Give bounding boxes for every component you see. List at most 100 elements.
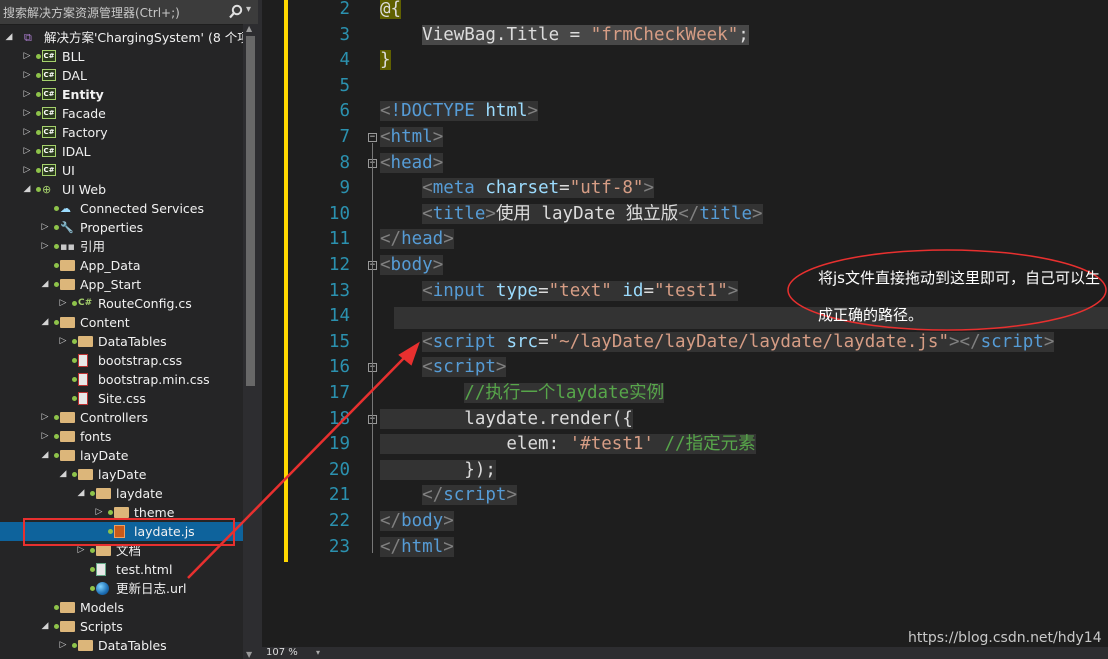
tree-item[interactable]: ▷ C# IDAL (0, 142, 243, 161)
collapsed-arrow-icon[interactable]: ▷ (22, 142, 32, 161)
code-line[interactable]: }); (380, 458, 496, 484)
tree-item[interactable]: ▷ fonts (0, 427, 243, 446)
zoom-dropdown-icon[interactable]: ▾ (316, 647, 320, 659)
scrollbar-thumb[interactable] (246, 36, 255, 386)
collapsed-arrow-icon[interactable]: ▷ (22, 123, 32, 142)
collapsed-arrow-icon[interactable]: ▷ (22, 47, 32, 66)
tree-item[interactable]: test.html (0, 560, 243, 579)
tree-item[interactable]: bootstrap.min.css (0, 370, 243, 389)
solution-search-box[interactable]: 搜索解决方案资源管理器(Ctrl+;) ▾ (0, 0, 258, 25)
code-token: "~/layDate/layDate/laydate/laydate.js" (548, 331, 949, 352)
expanded-arrow-icon[interactable]: ◢ (22, 180, 32, 199)
change-tracking-margin (284, 0, 288, 562)
code-token: laydate.render({ (380, 408, 633, 429)
code-line[interactable]: <title>使用 layDate 独立版</title> (380, 202, 763, 228)
code-line[interactable]: elem: '#test1' //指定元素 (380, 432, 756, 458)
tree-item[interactable]: ◢ laydate (0, 484, 243, 503)
expanded-arrow-icon[interactable]: ◢ (40, 446, 50, 465)
scroll-down-icon[interactable]: ▼ (246, 650, 252, 659)
code-token: script (432, 331, 507, 352)
solution-explorer-scrollbar[interactable]: ▲ ▼ (243, 24, 258, 659)
tree-item[interactable]: ▷ C# DAL (0, 66, 243, 85)
expanded-arrow-icon[interactable]: ◢ (40, 617, 50, 636)
tree-item[interactable]: ▷ C# BLL (0, 47, 243, 66)
tree-item[interactable]: App_Data (0, 256, 243, 275)
code-line[interactable]: </script> (380, 483, 517, 509)
search-icon[interactable] (228, 4, 244, 20)
tree-item[interactable]: ◢ Content (0, 313, 243, 332)
tree-item[interactable]: ▷ Controllers (0, 408, 243, 427)
code-line[interactable]: </head> (380, 227, 454, 253)
collapsed-arrow-icon[interactable]: ▷ (40, 218, 50, 237)
code-token: "utf-8" (569, 178, 644, 199)
code-line[interactable]: <script> (380, 355, 507, 381)
collapsed-arrow-icon[interactable]: ▷ (58, 332, 68, 351)
tree-item[interactable]: 更新日志.url (0, 579, 243, 598)
code-line[interactable]: <!DOCTYPE html> (380, 99, 539, 125)
source-control-status-icon (36, 73, 41, 78)
tree-item[interactable]: ▷ C# Facade (0, 104, 243, 123)
code-token: > (432, 255, 444, 275)
expanded-arrow-icon[interactable]: ◢ (40, 275, 50, 294)
source-control-status-icon (72, 396, 77, 401)
tree-item-label: 引用 (80, 239, 106, 254)
collapsed-arrow-icon[interactable]: ▷ (58, 294, 68, 313)
expanded-arrow-icon[interactable]: ◢ (76, 484, 86, 503)
code-line[interactable]: </html> (380, 535, 454, 561)
tree-item[interactable]: ◢ ⧉ 解决方案'ChargingSystem' (8 个项目) (0, 28, 258, 47)
collapsed-arrow-icon[interactable]: ▷ (22, 85, 32, 104)
tree-item[interactable]: ◢ layDate (0, 446, 243, 465)
tree-item[interactable]: bootstrap.css (0, 351, 243, 370)
tree-item[interactable]: ◢ layDate (0, 465, 243, 484)
web-project-icon: ⊕ (42, 183, 52, 196)
code-line[interactable]: ViewBag.Title = "frmCheckWeek"; (380, 23, 749, 49)
expanded-arrow-icon[interactable]: ◢ (4, 28, 14, 47)
expanded-arrow-icon[interactable]: ◢ (58, 465, 68, 484)
tree-item[interactable]: ◢ App_Start (0, 275, 243, 294)
wrench-icon: 🔧 (60, 221, 74, 234)
tree-item[interactable]: ▷ C# Factory (0, 123, 243, 142)
collapsed-arrow-icon[interactable]: ▷ (22, 66, 32, 85)
tree-item[interactable]: ▷ C# RouteConfig.cs (0, 294, 243, 313)
tree-item[interactable]: ◢ Scripts (0, 617, 243, 636)
code-line[interactable]: <head> (380, 151, 444, 177)
collapsed-arrow-icon[interactable]: ▷ (58, 636, 68, 655)
code-token: </ (380, 511, 402, 531)
tree-item[interactable]: ☁ Connected Services (0, 199, 243, 218)
code-line[interactable]: //执行一个laydate实例 (380, 381, 665, 407)
expanded-arrow-icon[interactable]: ◢ (40, 313, 50, 332)
search-options-dropdown-icon[interactable]: ▾ (246, 4, 251, 15)
tree-item[interactable]: ▷ 🔧 Properties (0, 218, 243, 237)
tree-item[interactable]: ▷ C# UI (0, 161, 243, 180)
tree-item[interactable]: ▷ ▪▪ 引用 (0, 237, 243, 256)
tree-item[interactable]: ▷ C# Entity (0, 85, 243, 104)
collapsed-arrow-icon[interactable]: ▷ (40, 237, 50, 256)
collapse-region-icon[interactable]: − (368, 133, 377, 142)
code-line[interactable]: @{ (380, 0, 402, 23)
collapsed-arrow-icon[interactable]: ▷ (22, 104, 32, 123)
tree-item[interactable]: ▷ DataTables (0, 636, 243, 655)
tree-item[interactable]: ◢ ⊕ UI Web (0, 180, 243, 199)
scroll-up-icon[interactable]: ▲ (246, 24, 252, 33)
code-line[interactable]: } (380, 48, 391, 74)
collapsed-arrow-icon[interactable]: ▷ (40, 427, 50, 446)
collapsed-arrow-icon[interactable]: ▷ (22, 161, 32, 180)
tree-item[interactable]: Site.css (0, 389, 243, 408)
code-line[interactable]: <input type="text" id="test1"> (380, 279, 739, 305)
zoom-level[interactable]: 107 % (266, 647, 298, 659)
collapsed-arrow-icon[interactable]: ▷ (40, 408, 50, 427)
code-line[interactable]: <meta charset="utf-8"> (380, 176, 655, 202)
code-line[interactable]: </body> (380, 509, 454, 535)
code-line[interactable] (380, 304, 422, 330)
globe-icon (96, 582, 109, 595)
source-control-status-icon (54, 244, 59, 249)
code-token: src (506, 331, 539, 352)
tree-item[interactable]: Models (0, 598, 243, 617)
tree-item-label: Connected Services (80, 201, 204, 216)
code-line[interactable]: <body> (380, 253, 444, 279)
code-line[interactable]: <html> (380, 125, 444, 151)
tree-item-label: Factory (62, 125, 108, 140)
tree-item[interactable]: ▷ DataTables (0, 332, 243, 351)
code-line[interactable]: laydate.render({ (380, 407, 633, 433)
